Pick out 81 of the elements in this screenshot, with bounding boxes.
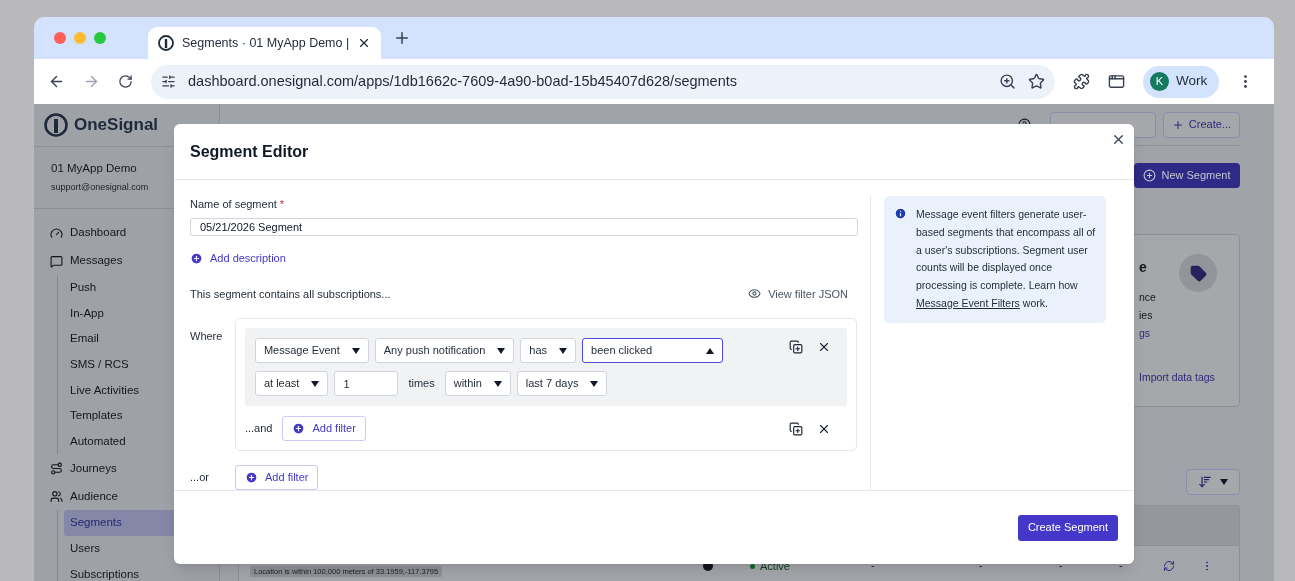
- address-bar[interactable]: dashboard.onesignal.com/apps/1db1662c-7609-4a90-b0ad-15b45407d628/segments: [151, 64, 1055, 99]
- info-icon: [894, 207, 907, 220]
- view-json-button[interactable]: View filter JSON: [748, 285, 858, 302]
- message-event-filters-link[interactable]: Message Event Filters: [916, 297, 1020, 309]
- required-mark: *: [279, 197, 285, 212]
- back-icon[interactable]: [48, 73, 65, 90]
- new-segment-button[interactable]: New Segment: [1134, 163, 1240, 188]
- chat-icon: [50, 254, 63, 268]
- close-icon[interactable]: [1111, 132, 1126, 147]
- info-text: Message event filters generate user-based segments that encompass all of a user's subscriptions. Segment user counts will be displayed once processing is complete. Learn how Message Event Filters work.: [916, 207, 1096, 311]
- profile-name: Work: [1176, 72, 1208, 91]
- plus-circle-icon: [1143, 169, 1157, 182]
- profile-chip[interactable]: K Work: [1143, 65, 1220, 98]
- sort-icon: [1198, 475, 1212, 489]
- new-tab-icon[interactable]: [393, 29, 411, 47]
- caret-down-icon: [497, 347, 506, 354]
- card-text-fragment: nce: [1139, 290, 1156, 305]
- create-button[interactable]: Create...: [1162, 111, 1240, 138]
- plus-circle-icon: [245, 471, 258, 484]
- card-link-fragment[interactable]: gs: [1139, 324, 1151, 342]
- count-field[interactable]: 1: [334, 371, 399, 396]
- segment-scope-text: This segment contains all subscriptions...: [190, 286, 391, 302]
- caret-down-icon: [493, 380, 502, 387]
- sort-button[interactable]: [1186, 469, 1240, 495]
- gauge-icon: [50, 226, 63, 240]
- browser-tab[interactable]: Segments · 01 MyApp Demo |: [148, 27, 381, 59]
- dropdown[interactable]: at least: [254, 371, 329, 396]
- table-cell-text: -: [1119, 559, 1123, 573]
- dropdown[interactable]: has: [520, 338, 577, 363]
- name-label: Name of segment: [190, 197, 277, 212]
- dialog-title: Segment Editor: [190, 141, 309, 162]
- caret-up-icon: [706, 347, 715, 354]
- eye-icon: [748, 287, 762, 301]
- people-icon: [50, 489, 63, 503]
- plus-circle-icon: [190, 251, 203, 265]
- profile-avatar: K: [1150, 72, 1169, 91]
- extensions-icon[interactable]: [1073, 73, 1090, 90]
- site-logo-icon: [158, 35, 174, 51]
- url-text: dashboard.onesignal.com/apps/1db1662c-7609-4a90-b0ad-15b45407d628/segments: [188, 71, 738, 91]
- table-cell-text: -: [871, 559, 875, 573]
- nav-subitem[interactable]: Subscriptions: [64, 561, 209, 581]
- tab-search-icon[interactable]: [1108, 73, 1125, 90]
- create-segment-button[interactable]: Create Segment: [1017, 514, 1118, 541]
- bookmark-star-icon[interactable]: [1028, 73, 1045, 90]
- dropdown[interactable]: been clicked: [582, 338, 724, 363]
- caret-down-icon: [1220, 479, 1228, 485]
- caret-down-icon: [559, 347, 568, 354]
- caret-down-icon: [311, 380, 320, 387]
- brand-logo-icon: [44, 113, 68, 137]
- card-title-fragment: e: [1139, 258, 1147, 277]
- table-cell-text: -: [1059, 559, 1063, 573]
- times-label: times: [407, 376, 436, 392]
- reload-icon[interactable]: [118, 74, 133, 89]
- caret-down-icon: [590, 380, 599, 387]
- zoom-icon[interactable]: [999, 73, 1016, 90]
- import-tags-link[interactable]: Import data tags: [1139, 370, 1215, 386]
- add-filter-button[interactable]: Add filter: [235, 465, 319, 490]
- and-label: ...and: [244, 421, 273, 437]
- tab-title: Segments · 01 MyApp Demo |: [182, 34, 349, 52]
- brand-name: OneSignal: [74, 114, 159, 137]
- card-text-fragment: ies: [1139, 308, 1153, 323]
- dropdown[interactable]: Message Event: [254, 338, 369, 363]
- plus-circle-icon: [292, 422, 306, 435]
- duplicate-icon[interactable]: [789, 340, 803, 354]
- where-label: Where: [190, 329, 224, 344]
- table-cell-text: -: [979, 559, 983, 573]
- plus-icon: [1171, 118, 1184, 131]
- add-filter-button[interactable]: Add filter: [282, 416, 366, 441]
- dropdown[interactable]: last 7 days: [516, 371, 608, 396]
- tag-icon: [1189, 264, 1207, 282]
- refresh-icon[interactable]: [1163, 560, 1175, 572]
- account-email: support@onesignal.com: [51, 181, 150, 195]
- close-tab-icon[interactable]: [357, 36, 371, 50]
- dropdown[interactable]: Any push notification: [374, 338, 515, 363]
- site-settings-icon[interactable]: [161, 74, 176, 89]
- duplicate-icon[interactable]: [789, 421, 803, 436]
- dropdown[interactable]: within: [444, 371, 511, 396]
- app-name: 01 MyApp Demo: [51, 161, 138, 177]
- remove-icon[interactable]: [817, 340, 831, 354]
- caret-down-icon: [351, 347, 360, 354]
- segment-name-field[interactable]: 05/21/2026 Segment: [190, 217, 858, 236]
